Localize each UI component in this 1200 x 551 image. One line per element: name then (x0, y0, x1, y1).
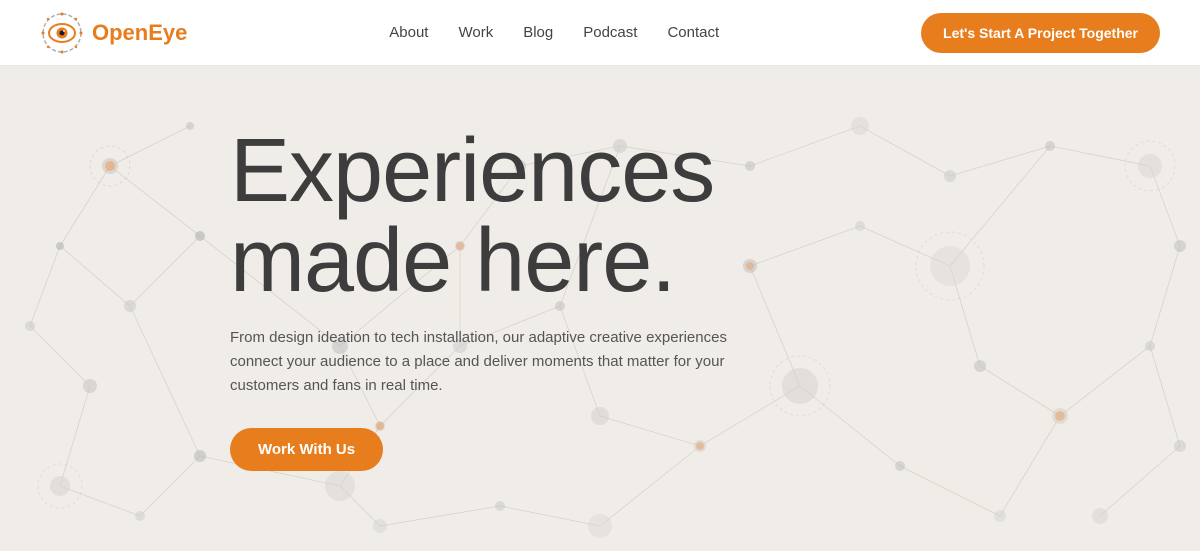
nav-about[interactable]: About (389, 24, 428, 41)
nav-work[interactable]: Work (458, 24, 493, 41)
work-with-us-button[interactable]: Work With Us (230, 428, 383, 471)
main-nav: About Work Blog Podcast Contact (389, 24, 719, 41)
nav-blog[interactable]: Blog (523, 24, 553, 41)
hero-section: Experiences made here. From design ideat… (0, 66, 1200, 551)
hero-headline: Experiences made here. (230, 126, 1200, 306)
start-project-button[interactable]: Let's Start A Project Together (921, 13, 1160, 53)
logo[interactable]: OpenEye (40, 11, 187, 55)
hero-headline-line2: made here. (230, 211, 675, 311)
nav-contact[interactable]: Contact (667, 24, 719, 41)
hero-subtext: From design ideation to tech installatio… (230, 326, 750, 398)
hero-content: Experiences made here. From design ideat… (0, 66, 1200, 471)
nav-podcast[interactable]: Podcast (583, 24, 637, 41)
header: OpenEye About Work Blog Podcast Contact … (0, 0, 1200, 66)
logo-icon (40, 11, 84, 55)
logo-text: OpenEye (92, 20, 187, 46)
hero-headline-line1: Experiences (230, 121, 714, 221)
